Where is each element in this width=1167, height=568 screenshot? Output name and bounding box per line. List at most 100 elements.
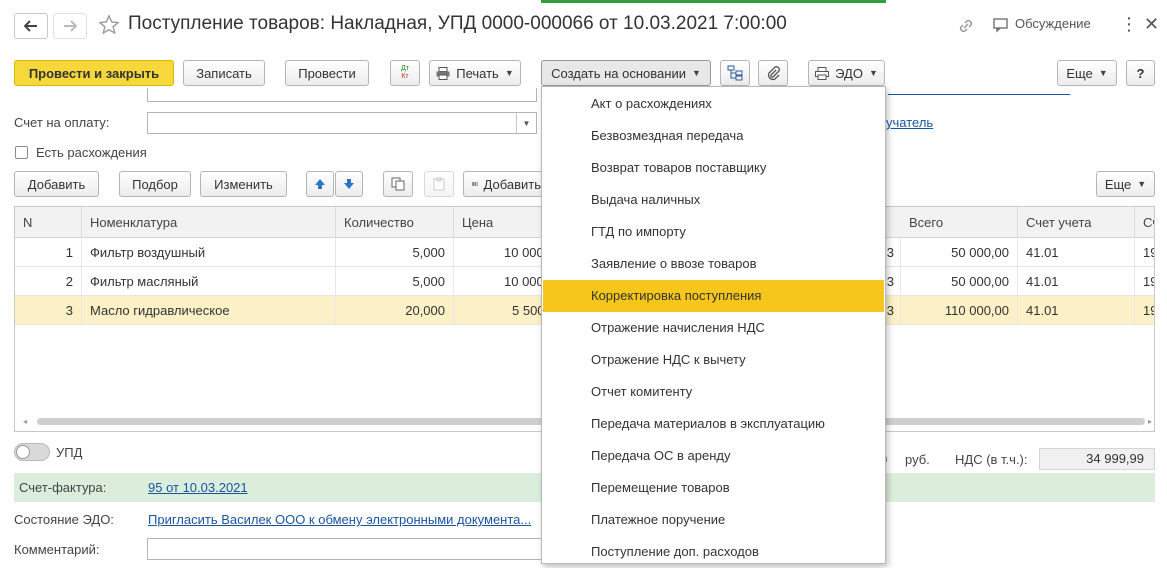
help-button[interactable]: ? bbox=[1126, 60, 1155, 86]
menu-item-highlighted[interactable]: Корректировка поступления bbox=[543, 280, 884, 312]
create-based-on-label: Создать на основании bbox=[551, 65, 686, 81]
paperclip-icon bbox=[767, 66, 780, 81]
chevron-down-icon[interactable]: ▼ bbox=[516, 113, 536, 133]
invoice-link[interactable]: 95 от 10.03.2021 bbox=[148, 480, 248, 495]
comment-label: Комментарий: bbox=[14, 542, 100, 557]
structure-button[interactable] bbox=[720, 60, 750, 86]
cell-extra: 19 bbox=[1143, 245, 1154, 260]
hidden-field-above[interactable] bbox=[147, 88, 537, 102]
more-vertical-icon[interactable]: ⋮ bbox=[1120, 15, 1138, 33]
create-based-on-menu: Акт о расхождениях Безвозмездная передач… bbox=[541, 86, 886, 564]
change-button[interactable]: Изменить bbox=[200, 171, 287, 197]
menu-item[interactable]: Возврат товаров поставщику bbox=[543, 152, 884, 184]
recipient-link[interactable]: учатель bbox=[886, 115, 933, 130]
menu-item[interactable]: Заявление о ввозе товаров bbox=[543, 248, 884, 280]
cell-total: 110 000,00 bbox=[901, 296, 1018, 325]
kt-label: Кт bbox=[401, 73, 409, 80]
vat-value: 34 999,99 bbox=[1039, 448, 1155, 470]
close-icon[interactable]: ✕ bbox=[1144, 15, 1159, 33]
menu-item[interactable]: Передача материалов в эксплуатацию bbox=[543, 408, 884, 440]
forward-button[interactable] bbox=[53, 13, 87, 39]
cell-total: 50 000,00 bbox=[901, 267, 1018, 296]
currency-label: руб. bbox=[905, 452, 930, 467]
cell-total: 50 000,00 bbox=[901, 238, 1018, 267]
column-header-price[interactable]: Цена bbox=[454, 207, 554, 238]
edo-button[interactable]: ЭДО ▼ bbox=[808, 60, 885, 86]
pick-button[interactable]: Подбор bbox=[119, 171, 191, 197]
add-row-button[interactable]: Добавить bbox=[14, 171, 99, 197]
edo-state-link[interactable]: Пригласить Василек ООО к обмену электрон… bbox=[148, 512, 531, 527]
edo-label: ЭДО bbox=[835, 65, 863, 81]
dt-kt-button[interactable]: Дт Кт bbox=[390, 60, 420, 86]
menu-item[interactable]: Отражение НДС к вычету bbox=[543, 344, 884, 376]
save-button[interactable]: Записать bbox=[183, 60, 265, 86]
menu-item[interactable]: Акт о расхождениях bbox=[543, 88, 884, 120]
upd-toggle[interactable] bbox=[14, 443, 50, 461]
more-button[interactable]: Еще ▼ bbox=[1057, 60, 1117, 86]
cell-account: 41.01 bbox=[1018, 267, 1135, 296]
cell-n: 1 bbox=[15, 238, 82, 267]
post-button[interactable]: Провести bbox=[285, 60, 369, 86]
discrepancies-checkbox[interactable] bbox=[15, 146, 28, 159]
chevron-down-icon: ▼ bbox=[1098, 68, 1108, 78]
toggle-knob bbox=[16, 445, 30, 459]
barcode-icon bbox=[472, 182, 478, 186]
print-label: Печать bbox=[456, 65, 499, 81]
post-and-close-button[interactable]: Провести и закрыть bbox=[14, 60, 174, 86]
favorite-star-icon[interactable] bbox=[98, 14, 120, 39]
cell-qty: 20,000 bbox=[336, 296, 454, 325]
arrow-right-icon bbox=[64, 20, 77, 32]
link-underline-fragment bbox=[888, 94, 1070, 95]
cell-extra: 19 bbox=[1143, 274, 1154, 289]
chevron-down-icon: ▼ bbox=[1137, 179, 1147, 189]
attach-button[interactable] bbox=[758, 60, 788, 86]
invoice-for-payment-input[interactable]: ▼ bbox=[147, 112, 537, 134]
back-button[interactable] bbox=[14, 13, 48, 39]
arrow-down-icon bbox=[344, 179, 354, 189]
cell-extra: 19 bbox=[1143, 303, 1154, 318]
move-up-button[interactable] bbox=[306, 171, 334, 197]
dt-label: Дт bbox=[401, 65, 409, 72]
scroll-left-icon[interactable]: ◂ bbox=[23, 417, 27, 426]
menu-item[interactable]: Безвозмездная передача bbox=[543, 120, 884, 152]
create-based-on-button[interactable]: Создать на основании ▼ bbox=[541, 60, 711, 86]
menu-item[interactable]: Платежное поручение bbox=[543, 504, 884, 536]
copy-button[interactable] bbox=[383, 171, 413, 197]
cell-item: Фильтр масляный bbox=[82, 267, 336, 296]
column-header-n[interactable]: N bbox=[15, 207, 82, 238]
column-header-account[interactable]: Счет учета bbox=[1018, 207, 1135, 238]
column-header-extra[interactable]: Сч bbox=[1135, 207, 1154, 238]
menu-item[interactable]: Отражение начисления НДС bbox=[543, 312, 884, 344]
print-button[interactable]: Печать ▼ bbox=[429, 60, 521, 86]
menu-item[interactable]: Отчет комитенту bbox=[543, 376, 884, 408]
vat-label: НДС (в т.ч.): bbox=[955, 452, 1028, 467]
menu-item[interactable]: Поступление доп. расходов bbox=[543, 536, 884, 568]
column-header-total[interactable]: Всего bbox=[901, 207, 1018, 238]
copy-icon bbox=[391, 177, 405, 191]
edo-printer-icon bbox=[815, 66, 830, 80]
add-by-barcode-button[interactable]: Добавить bbox=[463, 171, 541, 197]
scroll-right-icon[interactable]: ▸ bbox=[1148, 417, 1152, 426]
comment-input[interactable] bbox=[147, 538, 545, 560]
hierarchy-icon bbox=[727, 65, 743, 81]
discrepancies-label: Есть расхождения bbox=[36, 145, 147, 160]
paste-button[interactable] bbox=[424, 171, 454, 197]
cell-qty: 5,000 bbox=[336, 238, 454, 267]
menu-item[interactable]: Перемещение товаров bbox=[543, 472, 884, 504]
chevron-down-icon: ▼ bbox=[868, 68, 878, 78]
column-header-qty[interactable]: Количество bbox=[336, 207, 454, 238]
column-header-item[interactable]: Номенклатура bbox=[82, 207, 336, 238]
upd-label: УПД bbox=[56, 445, 83, 460]
discussion-icon[interactable] bbox=[993, 18, 1009, 36]
table-more-button[interactable]: Еще ▼ bbox=[1096, 171, 1155, 197]
move-down-button[interactable] bbox=[335, 171, 363, 197]
more-label: Еще bbox=[1066, 65, 1093, 81]
menu-item[interactable]: Выдача наличных bbox=[543, 184, 884, 216]
link-icon[interactable] bbox=[957, 17, 975, 38]
edo-state-label: Состояние ЭДО: bbox=[14, 512, 114, 527]
menu-item[interactable]: Передача ОС в аренду bbox=[543, 440, 884, 472]
invoice-for-payment-label: Счет на оплату: bbox=[14, 115, 110, 130]
discussion-link[interactable]: Обсуждение bbox=[1015, 16, 1091, 31]
invoice-label: Счет-фактура: bbox=[19, 480, 107, 495]
menu-item[interactable]: ГТД по импорту bbox=[543, 216, 884, 248]
